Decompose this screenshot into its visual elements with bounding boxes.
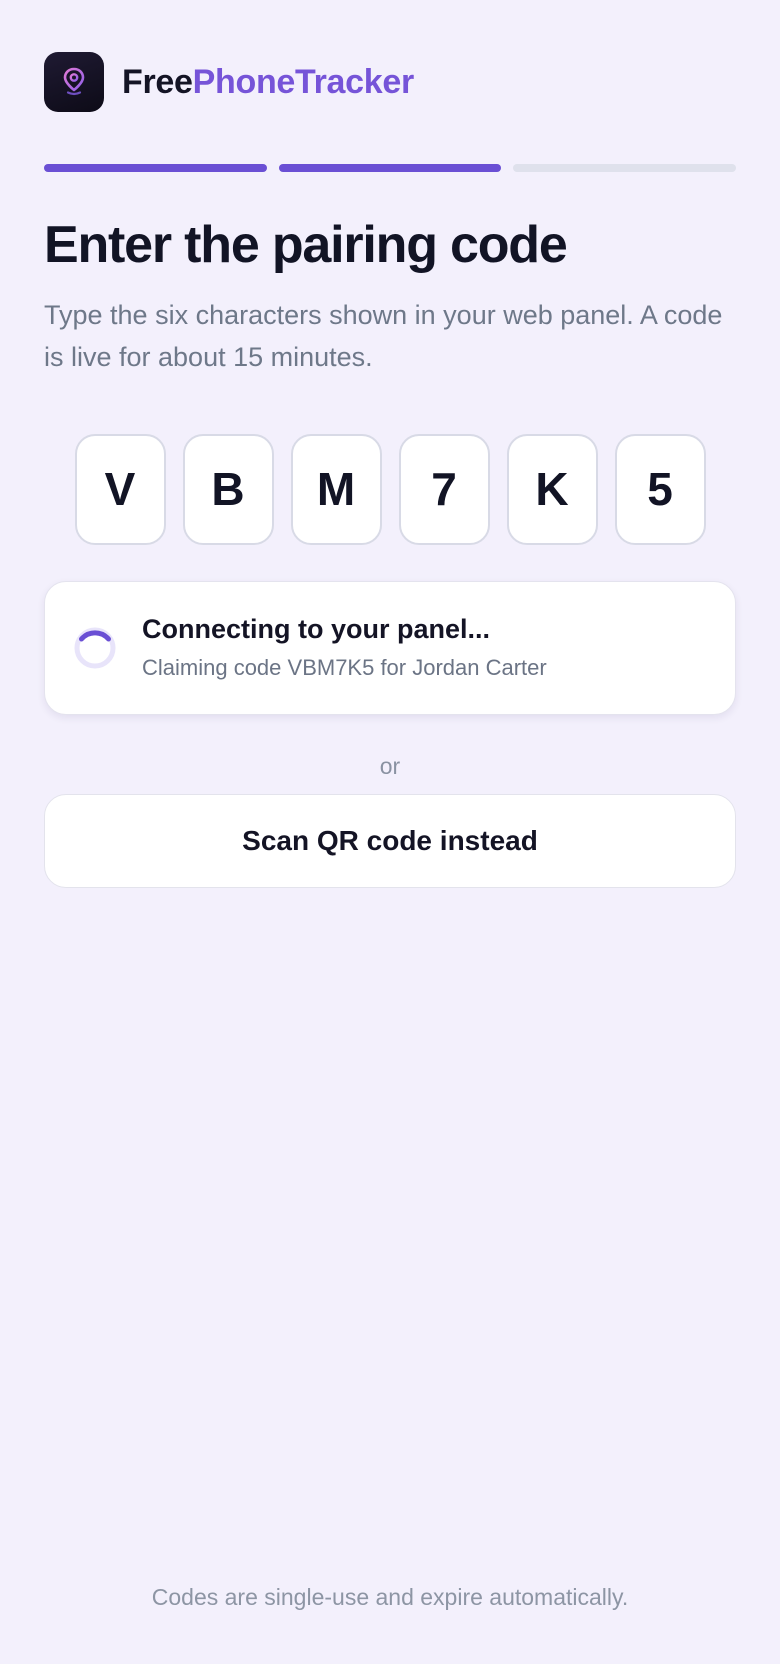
- status-subtitle: Claiming code VBM7K5 for Jordan Carter: [142, 655, 547, 681]
- scan-qr-button[interactable]: Scan QR code instead: [44, 793, 736, 888]
- brand-name-part2: PhoneTracker: [192, 62, 415, 101]
- progress-step-1: [44, 164, 267, 172]
- page-subtitle: Type the six characters shown in your we…: [44, 299, 723, 372]
- code-cell-3[interactable]: M: [290, 433, 382, 545]
- footer-note: Codes are single-use and expire automati…: [151, 1584, 629, 1610]
- or-divider: or: [379, 752, 401, 779]
- pairing-code-inputs: V B M 7 K 5: [44, 433, 736, 545]
- location-pin-icon: [63, 67, 85, 96]
- status-text: Connecting to your panel... Claiming cod…: [142, 614, 547, 681]
- progress-step-3: [513, 164, 737, 172]
- code-cell-2[interactable]: B: [182, 433, 274, 545]
- app-logo: [44, 52, 104, 112]
- step-progress: [44, 164, 737, 172]
- page-title: Enter the pairing code: [44, 216, 568, 274]
- brand-name-part1: Free: [122, 62, 193, 101]
- pairing-screen: FreePhoneTracker Enter the pairing code …: [0, 0, 780, 1664]
- spinner-icon: [74, 627, 116, 669]
- code-cell-4[interactable]: 7: [398, 433, 490, 545]
- progress-step-2: [278, 164, 502, 172]
- code-cell-5[interactable]: K: [506, 433, 598, 545]
- code-cell-6[interactable]: 5: [614, 433, 706, 545]
- status-title: Connecting to your panel...: [142, 614, 491, 645]
- app-header: FreePhoneTracker: [44, 0, 736, 112]
- connection-status-card: Connecting to your panel... Claiming cod…: [44, 580, 736, 715]
- code-cell-1[interactable]: V: [74, 433, 166, 545]
- brand-name: FreePhoneTracker: [122, 63, 414, 102]
